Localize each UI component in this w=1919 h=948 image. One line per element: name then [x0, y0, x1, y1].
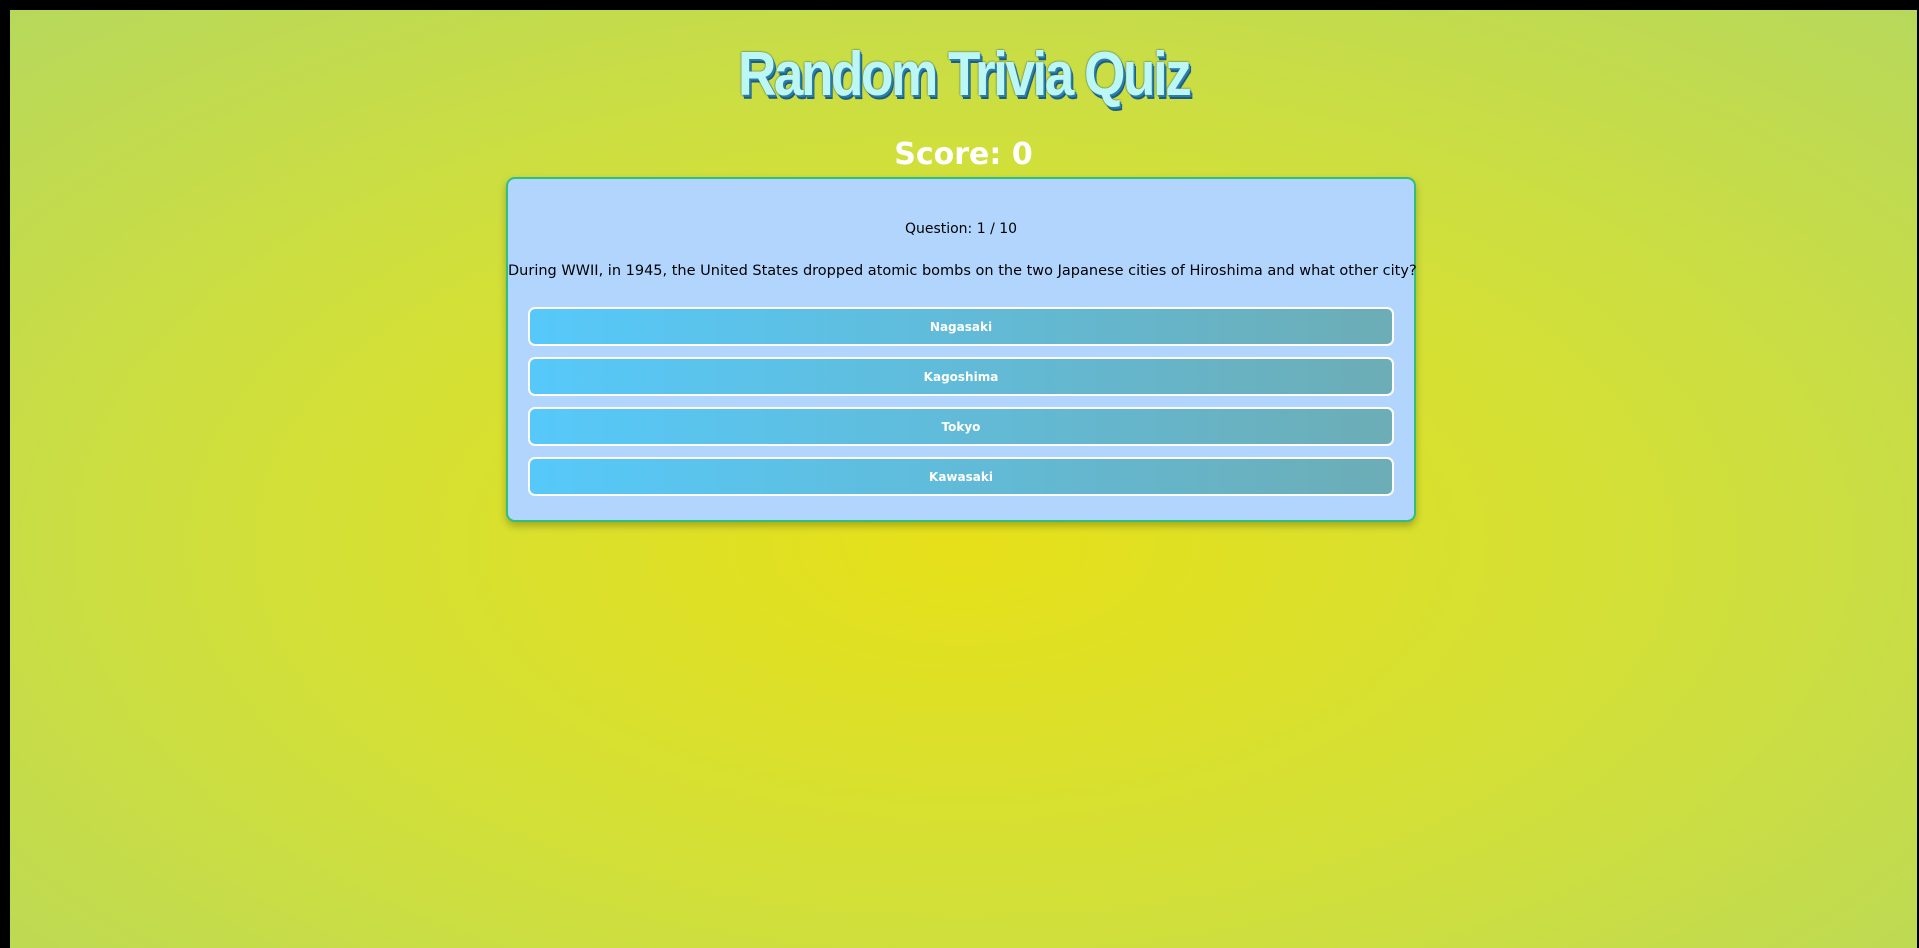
answer-button-kawasaki[interactable]: Kawasaki: [528, 457, 1394, 496]
question-counter: Question: 1 / 10: [904, 221, 1018, 237]
answer-button-nagasaki[interactable]: Nagasaki: [528, 307, 1394, 346]
page-background: Random Trivia Quiz Score: 0 Question: 1 …: [10, 10, 1919, 948]
answer-button-kagoshima[interactable]: Kagoshima: [528, 357, 1394, 396]
answer-button-tokyo[interactable]: Tokyo: [528, 407, 1394, 446]
score-display: Score: 0: [894, 137, 1033, 172]
quiz-card: Question: 1 / 10 During WWII, in 1945, t…: [506, 177, 1417, 522]
question-text: During WWII, in 1945, the United States …: [508, 263, 1417, 279]
page-title: Random Trivia Quiz: [737, 40, 1192, 109]
answer-list: Nagasaki Kagoshima Tokyo Kawasaki: [528, 307, 1394, 507]
